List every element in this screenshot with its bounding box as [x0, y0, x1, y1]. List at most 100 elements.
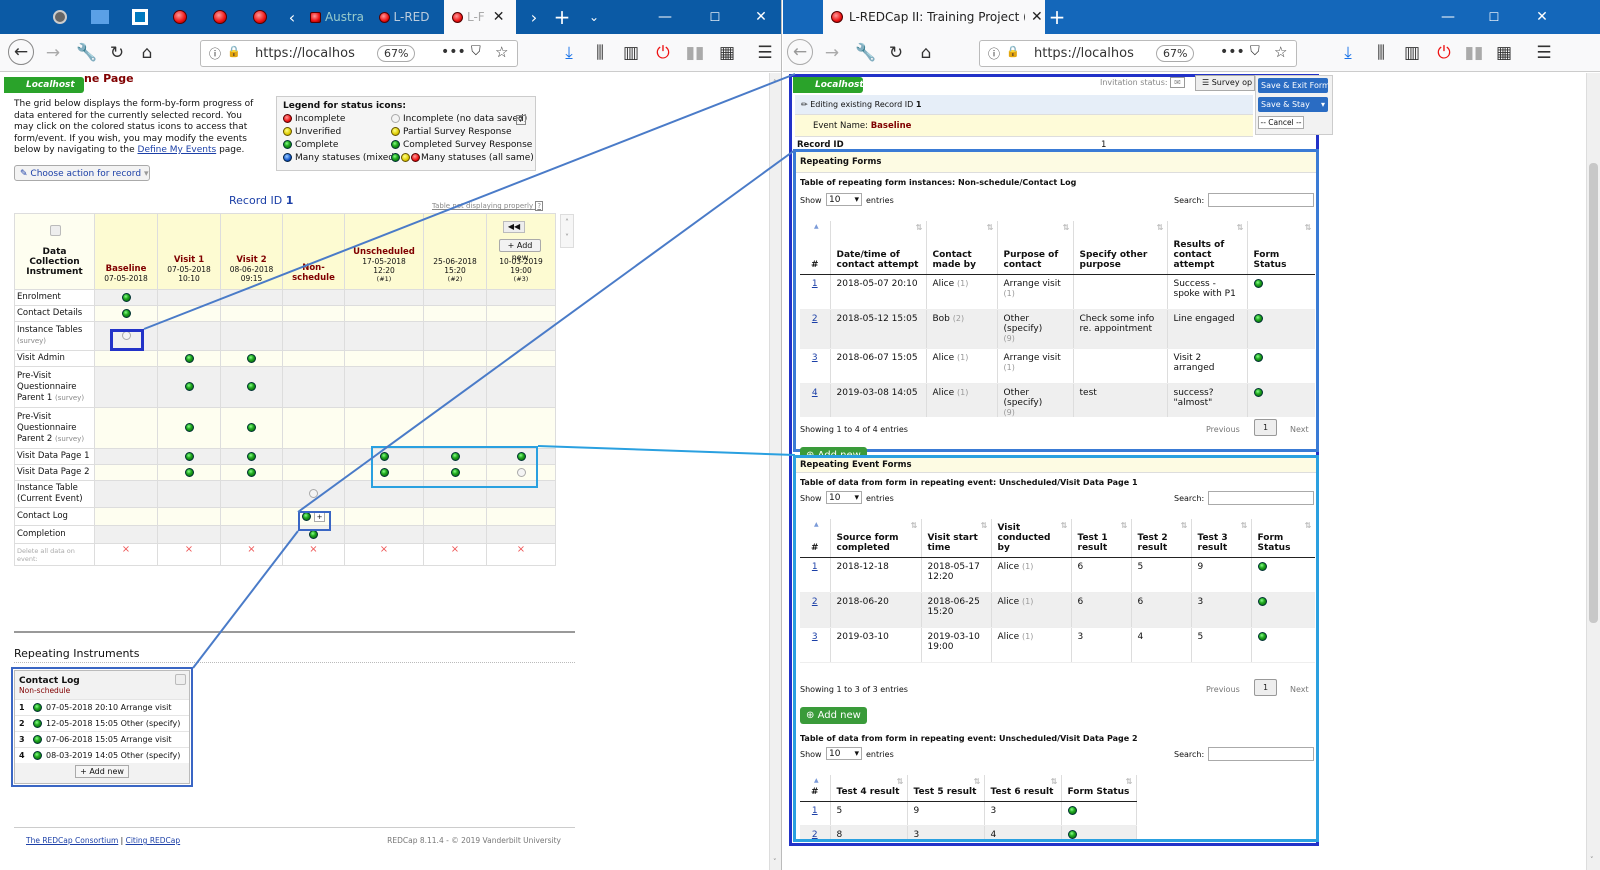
complete-status-icon[interactable]	[1253, 352, 1263, 362]
complete-status-icon[interactable]	[184, 451, 194, 461]
back-button[interactable]: ←	[8, 39, 34, 65]
chevron-down-icon[interactable]: ▾	[1321, 97, 1328, 112]
power-addon-icon[interactable]: ⏻	[652, 42, 674, 64]
delete-icon[interactable]: ×	[122, 544, 130, 555]
sort-icon[interactable]: ▲	[814, 777, 819, 784]
event-name[interactable]: Non-schedule	[284, 263, 343, 283]
status-cell[interactable]	[344, 464, 424, 481]
column-header[interactable]: # ▲	[800, 519, 831, 558]
status-cell[interactable]	[220, 448, 283, 465]
instance-link[interactable]: 2	[812, 830, 818, 840]
delete-icon[interactable]: ×	[247, 544, 255, 555]
url-bar[interactable]: ⓘ 🔒 https://localhos 67% ••• ⛉ ☆	[200, 40, 518, 67]
status-cell[interactable]	[486, 448, 556, 465]
status-cell[interactable]: +	[282, 507, 345, 526]
status-cell[interactable]	[282, 480, 345, 508]
status-cell[interactable]	[220, 350, 283, 367]
sort-icon[interactable]: ⇅	[1051, 777, 1058, 786]
library-icon[interactable]: ⫼	[588, 42, 612, 64]
re1-prev-button[interactable]: Previous	[1206, 685, 1240, 694]
rf-page-length-select[interactable]: 10 ▾	[826, 193, 862, 206]
complete-status-icon[interactable]	[247, 382, 256, 391]
status-cell[interactable]	[94, 289, 158, 306]
column-header[interactable]: Visit start time ⇅	[921, 519, 992, 558]
contact-log-add-new[interactable]: + Add new	[75, 765, 129, 778]
sort-icon[interactable]: ⇅	[1241, 521, 1248, 530]
complete-status-icon[interactable]	[33, 719, 42, 728]
delete-icon[interactable]: ×	[517, 544, 525, 555]
sort-icon[interactable]: ⇅	[1063, 223, 1070, 232]
instance-link[interactable]: 2	[812, 597, 818, 607]
contact-log-row[interactable]: 2 12-05-2018 15:05 Other (specify)	[15, 715, 189, 731]
contact-log-row[interactable]: 4 08-03-2019 14:05 Other (specify)	[15, 747, 189, 763]
tab-active[interactable]: L-REDCap II: Training Project (D ✕	[823, 0, 1045, 34]
panel-settings-icon[interactable]	[175, 674, 186, 685]
close-tab-icon[interactable]: ✕	[493, 9, 505, 25]
download-icon[interactable]: ⤓	[558, 42, 580, 64]
zoom-level[interactable]: 67%	[1156, 45, 1195, 62]
complete-status-icon[interactable]	[247, 353, 256, 363]
survey-options-button[interactable]: ☰ Survey op	[1195, 75, 1255, 91]
pinned-tab-3[interactable]	[124, 0, 156, 34]
page-scrollbar[interactable]: ˄ ˅	[769, 73, 781, 870]
complete-status-icon[interactable]	[1257, 597, 1267, 606]
status-cell[interactable]	[220, 464, 283, 481]
sort-icon[interactable]: ⇅	[987, 223, 994, 232]
sort-icon[interactable]: ⇅	[916, 223, 923, 232]
more-icon[interactable]: •••	[1220, 44, 1245, 60]
page-scrollbar[interactable]: ˅	[1586, 73, 1600, 870]
bookmark-star-icon[interactable]: ☆	[495, 43, 508, 61]
qr-code-icon[interactable]: ▦	[1493, 42, 1515, 64]
column-header[interactable]: Test 6 result ⇅	[984, 775, 1062, 802]
minimize-button[interactable]: —	[650, 0, 680, 34]
complete-status-icon[interactable]	[309, 529, 318, 539]
reader-icon[interactable]: ▮▮	[684, 42, 706, 64]
menu-icon[interactable]: ☰	[754, 42, 776, 64]
delete-icon[interactable]: ×	[309, 544, 317, 555]
tab-list-chevron-icon[interactable]: ⌄	[582, 0, 606, 34]
instance-link[interactable]: 4	[812, 388, 818, 398]
save-stay-button[interactable]: Save & Stay ▾	[1258, 97, 1328, 112]
event-name[interactable]: Baseline	[96, 264, 156, 274]
collapse-icon[interactable]: ◀◀	[503, 221, 525, 233]
instance-link[interactable]: 1	[812, 562, 818, 572]
complete-status-icon[interactable]	[450, 467, 460, 477]
sort-icon[interactable]: ⇅	[974, 777, 981, 786]
rf-prev-button[interactable]: Previous	[1206, 425, 1240, 434]
complete-status-icon[interactable]	[33, 735, 42, 744]
url-bar[interactable]: ⓘ 🔒 https://localhos 67% ••• ⛉ ☆	[979, 40, 1297, 67]
status-cell[interactable]	[157, 448, 221, 465]
status-cell[interactable]	[423, 448, 487, 465]
pinned-tab-6[interactable]	[244, 0, 276, 34]
close-window-button[interactable]: ✕	[746, 0, 776, 34]
help-icon[interactable]: ?	[535, 201, 544, 211]
status-cell[interactable]	[94, 305, 158, 322]
complete-status-icon[interactable]	[1067, 829, 1077, 839]
contact-log-row[interactable]: 1 07-05-2018 20:10 Arrange visit	[15, 699, 189, 715]
event-name[interactable]: Visit 2	[222, 255, 281, 265]
column-header[interactable]: Test 1 result ⇅	[1071, 519, 1132, 558]
column-header[interactable]: Specify other purpose ⇅	[1073, 221, 1168, 275]
new-tab-button[interactable]: +	[1045, 0, 1069, 34]
cancel-button[interactable]: -- Cancel --	[1258, 116, 1304, 129]
re2-search-input[interactable]	[1208, 747, 1314, 761]
delete-icon[interactable]: ×	[185, 544, 193, 555]
column-header[interactable]: # ▲	[800, 775, 831, 802]
complete-status-icon[interactable]	[1067, 805, 1077, 815]
incomplete-nodata-status-icon[interactable]	[121, 331, 131, 340]
envelope-icon[interactable]: ✉	[1170, 77, 1185, 88]
complete-status-icon[interactable]	[379, 451, 389, 461]
rf-page-1[interactable]: 1	[1254, 419, 1278, 436]
re1-next-button[interactable]: Next	[1290, 685, 1309, 694]
reload-button[interactable]: ↻	[106, 42, 128, 64]
status-cell[interactable]	[220, 407, 283, 449]
status-cell[interactable]	[94, 321, 158, 351]
event-name[interactable]: Visit 1	[159, 255, 219, 265]
complete-status-icon[interactable]	[450, 451, 460, 461]
complete-status-icon[interactable]	[121, 292, 131, 302]
rf-next-button[interactable]: Next	[1290, 425, 1309, 434]
complete-status-icon[interactable]	[1253, 313, 1263, 323]
minimize-button[interactable]: —	[1433, 0, 1463, 34]
new-tab-button[interactable]: +	[550, 0, 574, 34]
delete-icon[interactable]: ×	[451, 544, 459, 555]
